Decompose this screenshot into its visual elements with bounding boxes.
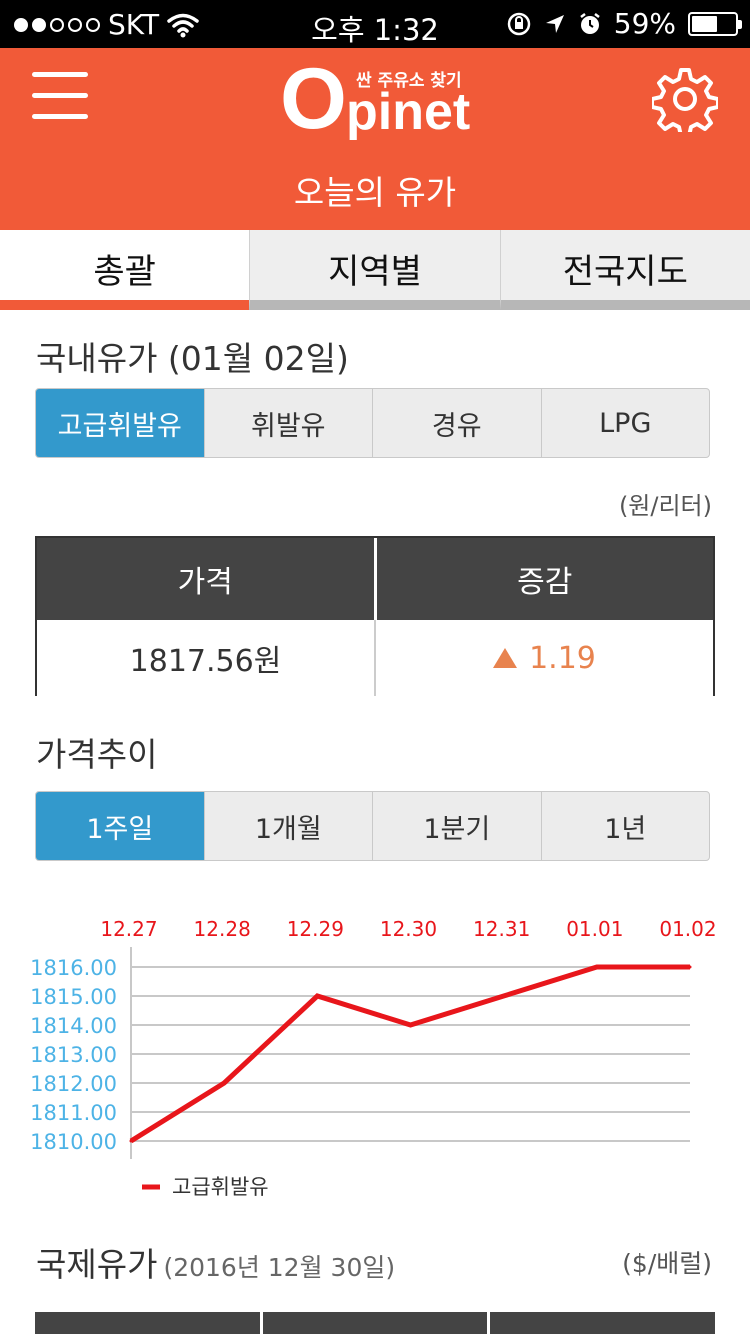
period-1-month[interactable]: 1개월 [203, 792, 373, 860]
hamburger-menu-icon[interactable] [32, 70, 88, 122]
fuel-diesel[interactable]: 경유 [372, 389, 541, 457]
data-point [502, 994, 506, 998]
data-point [222, 1081, 226, 1085]
y-tick-label: 1811.00 [30, 1101, 117, 1125]
price-change-value: 1.19 [529, 640, 596, 676]
international-title-text: 국제유가 [36, 1245, 158, 1284]
logo-wordmark: pinet [346, 83, 471, 141]
period-selector: 1주일 1개월 1분기 1년 [35, 791, 710, 861]
x-tick-label: 12.29 [287, 917, 344, 941]
alarm-icon [580, 12, 600, 34]
location-icon [545, 14, 564, 33]
fuel-type-selector: 고급휘발유 휘발유 경유 LPG [35, 388, 710, 458]
international-price-title: 국제유가 (2016년 12월 30일) [36, 1238, 395, 1286]
fuel-premium-gasoline[interactable]: 고급휘발유 [36, 389, 204, 457]
data-point [409, 1023, 412, 1027]
international-table-header [35, 1312, 715, 1334]
tab-summary[interactable]: 총괄 [0, 230, 250, 310]
x-tick-label: 12.31 [473, 917, 530, 941]
price-trend-title: 가격추이 [36, 735, 158, 774]
tab-national-map[interactable]: 전국지도 [499, 230, 750, 310]
x-tick-label: 01.01 [566, 917, 623, 941]
header-change: 증감 [373, 538, 714, 620]
y-tick-label: 1816.00 [30, 956, 117, 980]
y-tick-label: 1815.00 [30, 985, 117, 1009]
data-point [129, 1139, 133, 1143]
price-table-header: 가격 증감 [37, 538, 713, 620]
legend-label: 고급휘발유 [172, 1175, 269, 1199]
fuel-gasoline[interactable]: 휘발유 [203, 389, 373, 457]
domestic-price-title: 국내유가 (01월 02일) [36, 339, 349, 378]
x-tick-label: 12.30 [380, 917, 437, 941]
opinet-logo: O 싼 주유소 찾기 pinet [280, 56, 480, 146]
data-point [315, 994, 319, 998]
y-tick-label: 1814.00 [30, 1014, 117, 1038]
page-title: 오늘의 유가 [293, 173, 457, 212]
price-table: 가격 증감 1817.56원 1.19 [35, 536, 715, 696]
battery-icon [688, 11, 742, 36]
app-header: O 싼 주유소 찾기 pinet 오늘의 유가 [0, 48, 750, 230]
current-price: 1817.56원 [129, 644, 282, 679]
international-date: (2016년 12월 30일) [163, 1253, 396, 1282]
price-change: 1.19 [374, 620, 713, 696]
y-tick-label: 1813.00 [30, 1043, 117, 1067]
y-tick-label: 1810.00 [30, 1130, 117, 1154]
tab-by-region[interactable]: 지역별 [249, 230, 500, 310]
period-1-year[interactable]: 1년 [540, 792, 710, 860]
y-tick-label: 1812.00 [30, 1072, 117, 1096]
x-tick-label: 12.27 [100, 917, 157, 941]
international-unit-label: ($/배럴) [622, 1249, 712, 1278]
period-1-quarter[interactable]: 1분기 [372, 792, 541, 860]
header-price: 가격 [177, 565, 233, 600]
rotation-lock-icon [507, 12, 531, 35]
period-1-week[interactable]: 1주일 [36, 792, 204, 860]
x-tick-label: 12.28 [194, 917, 251, 941]
status-bar: SKT 오후 1:32 59% [0, 0, 750, 48]
data-point [688, 965, 692, 969]
gear-icon[interactable] [652, 66, 718, 132]
up-arrow-icon [493, 648, 518, 668]
status-icons: 59% [506, 7, 742, 40]
price-table-row: 1817.56원 1.19 [37, 620, 713, 696]
price-unit-label: (원/리터) [618, 492, 712, 520]
price-trend-chart: 1816.00 1815.00 1814.00 1813.00 1812.00 1811.… [30, 917, 716, 1199]
logo-letter-o: O [280, 51, 347, 147]
fuel-lpg[interactable]: LPG [540, 389, 710, 457]
data-point [595, 965, 599, 969]
x-tick-label: 01.02 [659, 917, 716, 941]
battery-percent: 59% [613, 7, 676, 40]
main-tabs: 총괄 지역별 전국지도 [0, 230, 750, 310]
